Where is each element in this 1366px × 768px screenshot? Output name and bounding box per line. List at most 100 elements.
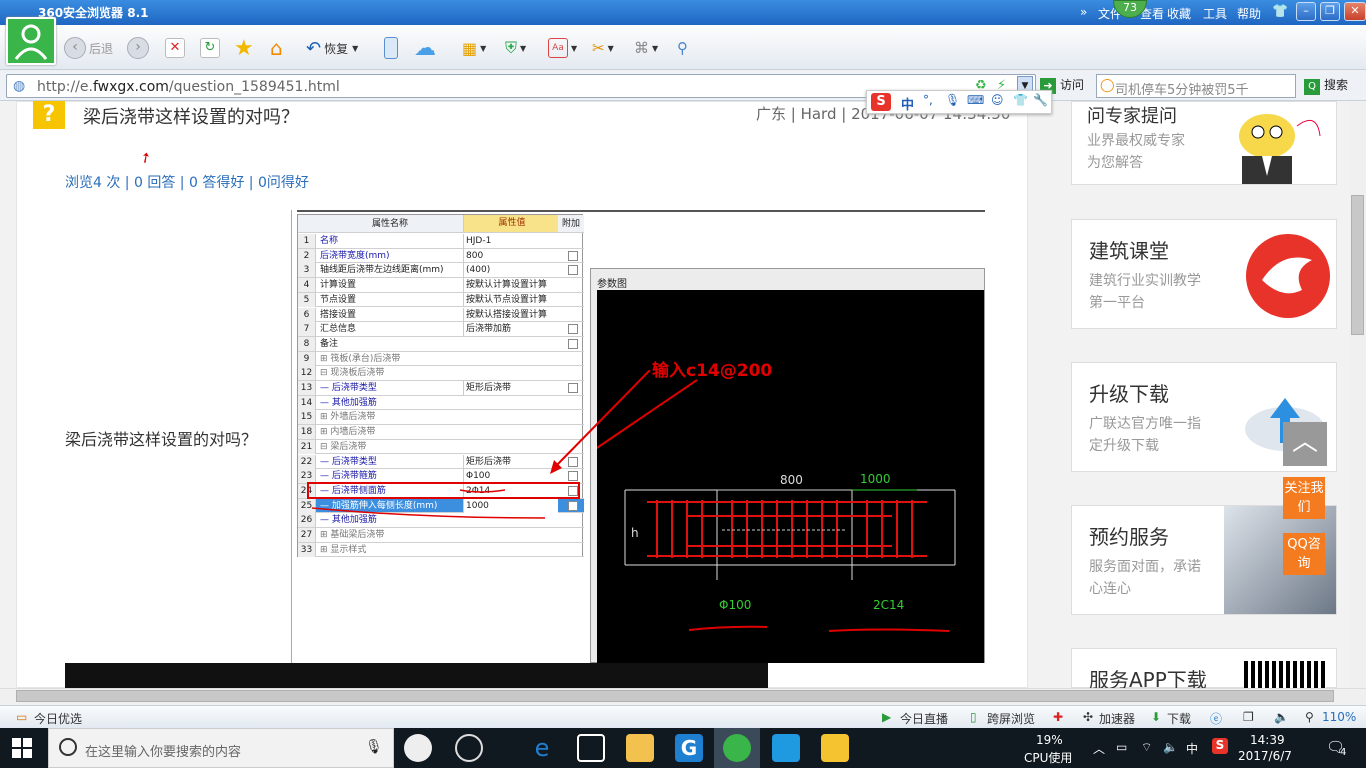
- microphone-icon[interactable]: 🎙: [365, 739, 383, 755]
- property-checkbox[interactable]: [568, 250, 578, 261]
- property-row[interactable]: 6 搭接设置 按默认搭接设置计算: [298, 307, 584, 323]
- today-live[interactable]: 今日直播: [900, 710, 948, 727]
- back-to-top-button[interactable]: ︿: [1283, 422, 1327, 466]
- zoom-button[interactable]: ⚲: [677, 36, 688, 60]
- download[interactable]: 下载: [1167, 710, 1191, 727]
- good-answers-link[interactable]: 0 答得好: [189, 175, 244, 191]
- edge-icon[interactable]: e: [528, 734, 556, 762]
- punct-icon[interactable]: °,: [923, 93, 933, 107]
- property-row[interactable]: 5 节点设置 按默认节点设置计算: [298, 292, 584, 308]
- sidebar-card-app[interactable]: 服务APP下载: [1071, 648, 1337, 692]
- clock-time[interactable]: 14:39: [1250, 733, 1285, 747]
- menu-tools[interactable]: 工具: [1203, 5, 1227, 22]
- security-button[interactable]: ⛨ ▼: [505, 36, 526, 60]
- sidebar-expert[interactable]: 问专家提问 业界最权威专家 为您解答: [1071, 101, 1337, 185]
- follow-us-button[interactable]: 关注我们: [1283, 477, 1325, 519]
- cross-screen[interactable]: 跨屏浏览: [987, 710, 1035, 727]
- property-value[interactable]: (400): [463, 263, 558, 278]
- favorite-button[interactable]: ★: [234, 36, 254, 61]
- horizontal-scroll-thumb[interactable]: [16, 690, 1334, 702]
- keyboard-icon[interactable]: ⌨: [967, 93, 984, 107]
- taskbar-app-1-icon[interactable]: [404, 734, 432, 762]
- restore-button[interactable]: ↶ 恢复 ▼: [306, 36, 358, 60]
- property-checkbox[interactable]: [568, 265, 578, 276]
- qq-consult-button[interactable]: QQ咨询: [1283, 533, 1325, 575]
- wrench-icon[interactable]: 🔧: [1033, 93, 1048, 107]
- sogou-icon[interactable]: S: [871, 93, 891, 111]
- volume-icon[interactable]: 🔈: [1163, 740, 1178, 754]
- zoom-level[interactable]: 110%: [1322, 710, 1356, 724]
- property-row[interactable]: 2 后浇带宽度(mm) 800: [298, 248, 584, 264]
- window-icon[interactable]: ❐: [1243, 710, 1254, 724]
- property-row[interactable]: 4 计算设置 按默认计算设置计算: [298, 278, 584, 293]
- ime-toolbar[interactable]: S 中 °, 🎙 ⌨ ☺ 👕 🔧: [866, 90, 1052, 114]
- ie-icon[interactable]: ⓔ: [1210, 710, 1222, 727]
- search-input[interactable]: ◯ 司机停车5分钟被罚5千: [1096, 74, 1296, 98]
- property-row[interactable]: 33 ⊞ 显示样式: [298, 542, 584, 558]
- property-checkbox[interactable]: [568, 338, 578, 349]
- plus-icon[interactable]: ✚: [1053, 710, 1063, 724]
- screenshot-button[interactable]: ✂ ▼: [592, 36, 614, 60]
- stop-button[interactable]: ✕: [165, 36, 185, 60]
- property-row[interactable]: 1 名称 HJD-1: [298, 234, 584, 249]
- windows-start-icon[interactable]: [12, 738, 32, 761]
- refresh-button[interactable]: ↻: [200, 36, 220, 60]
- menu-favorites[interactable]: 收藏: [1167, 5, 1191, 22]
- game-button[interactable]: ⌘ ▼: [634, 36, 658, 60]
- mic-icon[interactable]: 🎙: [945, 93, 960, 107]
- good-question-link[interactable]: 0问得好: [258, 175, 309, 191]
- minimize-button[interactable]: –: [1296, 2, 1316, 21]
- translate-button[interactable]: Aa ▼: [548, 36, 577, 60]
- taskbar-app-2-icon[interactable]: [455, 734, 483, 762]
- taskbar-search-input[interactable]: 在这里输入你要搜索的内容 🎙: [48, 728, 394, 768]
- app-plus-icon[interactable]: [772, 734, 800, 762]
- more-icon[interactable]: »: [1080, 5, 1087, 19]
- glodon-icon[interactable]: G: [675, 734, 703, 762]
- wifi-icon[interactable]: ⌔: [1141, 740, 1152, 755]
- vertical-scrollbar[interactable]: [1350, 101, 1366, 688]
- speaker-icon[interactable]: 🔈: [1274, 710, 1289, 724]
- store-icon[interactable]: [577, 734, 605, 762]
- property-checkbox[interactable]: [568, 500, 578, 511]
- tray-chevron-icon[interactable]: ︿: [1093, 740, 1105, 757]
- clock-date[interactable]: 2017/6/7: [1238, 749, 1292, 763]
- address-url[interactable]: http://e.fwxgx.com/question_1589451.html: [37, 79, 340, 95]
- cloud-button[interactable]: ☁: [414, 36, 436, 61]
- property-row[interactable]: 27 ⊞ 基础梁后浇带: [298, 528, 584, 543]
- close-button[interactable]: ✕: [1344, 2, 1366, 21]
- search-button[interactable]: Q 搜索: [1304, 76, 1348, 95]
- sidebar-card-classroom[interactable]: 建筑课堂 建筑行业实训教学第一平台: [1071, 219, 1337, 329]
- taskbar-ime[interactable]: 中: [1186, 740, 1198, 757]
- maximize-button[interactable]: ❐: [1320, 2, 1340, 21]
- user-avatar-icon[interactable]: [6, 17, 56, 65]
- shirt-icon[interactable]: 👕: [1272, 4, 1288, 19]
- property-checkbox[interactable]: [568, 324, 578, 335]
- skin-icon[interactable]: 👕: [1013, 93, 1028, 107]
- apps-button[interactable]: ▦ ▼: [462, 36, 486, 60]
- battery-icon[interactable]: ▭: [1116, 740, 1127, 754]
- today-picks[interactable]: 今日优选: [34, 710, 82, 727]
- property-row[interactable]: 7 汇总信息 后浇带加筋: [298, 322, 584, 337]
- sogou-tray-icon[interactable]: S: [1212, 738, 1228, 754]
- ime-language[interactable]: 中: [901, 94, 914, 113]
- vertical-scroll-thumb[interactable]: [1351, 195, 1364, 335]
- answers-link[interactable]: 0 回答: [134, 175, 175, 191]
- mobile-button[interactable]: [384, 36, 398, 60]
- property-value[interactable]: 按默认计算设置计算: [463, 278, 558, 293]
- property-value[interactable]: 按默认搭接设置计算: [463, 307, 558, 322]
- browser-360-icon[interactable]: [723, 734, 751, 762]
- property-value[interactable]: HJD-1: [463, 234, 558, 248]
- menu-help[interactable]: 帮助: [1237, 5, 1261, 22]
- property-row[interactable]: 8 备注: [298, 336, 584, 352]
- property-value[interactable]: 按默认节点设置计算: [463, 292, 558, 307]
- file-explorer-icon[interactable]: [626, 734, 654, 762]
- home-button[interactable]: ⌂: [270, 36, 283, 60]
- views-link[interactable]: 浏览4 次: [65, 175, 120, 191]
- back-button[interactable]: ‹ 后退: [64, 36, 113, 60]
- accelerator[interactable]: 加速器: [1099, 710, 1135, 727]
- property-row[interactable]: 9 ⊞ 筏板(承台)后浇带: [298, 351, 584, 367]
- notes-icon[interactable]: [821, 734, 849, 762]
- property-value[interactable]: 800: [463, 248, 558, 263]
- property-row[interactable]: 3 轴线距后浇带左边线距离(mm) (400): [298, 263, 584, 279]
- user-icon[interactable]: ☺: [991, 93, 1004, 107]
